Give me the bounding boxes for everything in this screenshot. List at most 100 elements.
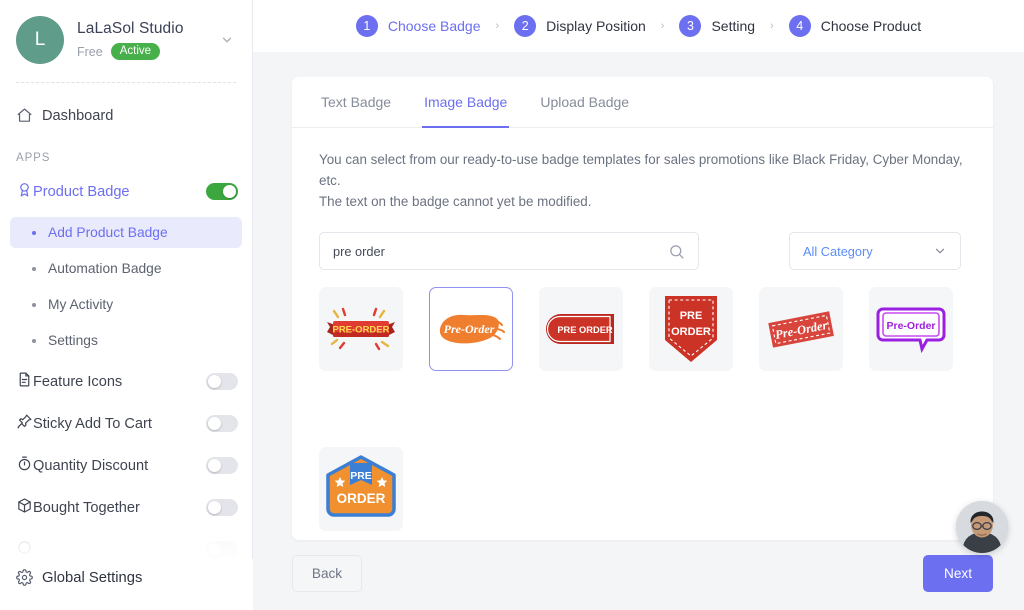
sidebar-item-my-activity[interactable]: My Activity (10, 289, 242, 320)
wizard-footer: Back Next (253, 501, 1024, 610)
step-label: Choose Product (820, 18, 922, 34)
sidebar-item-label: Global Settings (42, 569, 143, 586)
badge-option-shield-orange[interactable]: PRE ORDER (319, 447, 403, 532)
sidebar-subitem-label: Add Product Badge (48, 225, 168, 240)
svg-text:Pre-Order: Pre-Order (886, 320, 935, 332)
pin-icon (16, 413, 33, 434)
topbar: 1 Choose Badge › 2 Display Position › 3 … (253, 0, 1024, 52)
sidebar-item-dashboard[interactable]: Dashboard (0, 97, 252, 134)
step-choose-product[interactable]: 4 Choose Product (788, 15, 922, 37)
home-icon (16, 107, 42, 124)
step-separator-icon: › (495, 20, 500, 32)
content-area: Text Badge Image Badge Upload Badge You … (253, 52, 1024, 546)
sidebar-item-quantity-discount[interactable]: Quantity Discount (0, 447, 252, 484)
avatar: L (16, 16, 64, 64)
description-line-1: You can select from our ready-to-use bad… (319, 152, 963, 188)
main-area: 1 Choose Badge › 2 Display Position › 3 … (253, 0, 1024, 610)
account-plan: Free (77, 44, 103, 59)
badge-card: Text Badge Image Badge Upload Badge You … (292, 77, 993, 540)
step-label: Choose Badge (387, 18, 481, 34)
badge-option-pennant-red[interactable]: PRE ORDER (649, 287, 733, 372)
step-label: Display Position (546, 18, 646, 34)
step-setting[interactable]: 3 Setting (679, 15, 755, 37)
step-number: 4 (788, 15, 811, 37)
tab-text-badge[interactable]: Text Badge (319, 77, 393, 128)
category-value: All Category (803, 243, 873, 259)
sidebar-item-label: Product Badge (33, 183, 130, 200)
sidebar-subitem-label: My Activity (48, 297, 114, 312)
badge-grid: PRE-ORDER Pre-Order PRE ORDER PRE ORDER … (292, 270, 993, 532)
svg-text:ORDER: ORDER (337, 491, 386, 506)
sidebar: L LaLaSol Studio Free Active Dashboard A… (0, 0, 253, 610)
sidebar-item-product-badge[interactable]: Product Badge (0, 173, 252, 210)
sidebar-item-automation-badge[interactable]: Automation Badge (10, 253, 242, 284)
tab-upload-badge[interactable]: Upload Badge (538, 77, 631, 128)
toggle-quantity-discount[interactable] (206, 457, 238, 474)
document-icon (16, 371, 33, 392)
card-description: You can select from our ready-to-use bad… (292, 128, 993, 212)
sidebar-item-add-product-badge[interactable]: Add Product Badge (10, 217, 242, 248)
account-name: LaLaSol Studio (77, 20, 184, 37)
account-meta: Free Active (77, 43, 216, 60)
svg-text:PRE ORDER: PRE ORDER (557, 325, 613, 335)
step-number: 1 (355, 15, 378, 37)
search-icon[interactable] (668, 243, 685, 260)
search-box[interactable] (319, 232, 699, 271)
filter-controls: All Category (292, 212, 993, 271)
sidebar-item-label: Bought Together (33, 499, 140, 516)
sidebar-section-apps: APPS (16, 152, 51, 164)
sidebar-item-label: Dashboard (42, 107, 114, 124)
search-input[interactable] (333, 243, 668, 259)
sidebar-item-label: Feature Icons (33, 373, 123, 390)
sidebar-subitem-label: Automation Badge (48, 261, 162, 276)
gear-icon (16, 569, 42, 586)
sidebar-item-sticky-add-to-cart[interactable]: Sticky Add To Cart (0, 405, 252, 442)
grid-row-spacer (319, 397, 966, 421)
account-info: LaLaSol Studio Free Active (77, 20, 216, 60)
svg-text:ORDER: ORDER (671, 326, 711, 338)
support-chat-avatar[interactable] (956, 501, 1008, 553)
sidebar-nav: Dashboard APPS Product Badge Add Product… (0, 83, 252, 568)
bullet-icon (32, 338, 36, 343)
sidebar-item-feature-icons[interactable]: Feature Icons (0, 363, 252, 400)
step-separator-icon: › (660, 20, 665, 32)
step-label: Setting (711, 18, 756, 34)
bullet-icon (32, 266, 36, 271)
sidebar-item-settings[interactable]: Settings (10, 325, 242, 356)
sidebar-footer: Global Settings (0, 559, 253, 610)
badge-option-pill-red[interactable]: PRE ORDER (539, 287, 623, 372)
bullet-icon (32, 302, 36, 307)
badge-option-ticket-red[interactable]: Pre-Order (759, 287, 843, 372)
svg-text:PRE: PRE (680, 310, 703, 322)
svg-text:PRE-ORDER: PRE-ORDER (332, 325, 389, 336)
next-button[interactable]: Next (923, 554, 993, 592)
tab-image-badge[interactable]: Image Badge (422, 77, 510, 128)
sidebar-item-bought-together[interactable]: Bought Together (0, 489, 252, 526)
bullet-icon (32, 230, 36, 235)
badge-option-brush-orange[interactable]: Pre-Order (429, 287, 513, 372)
step-number: 3 (679, 15, 702, 37)
sidebar-item-label: Quantity Discount (33, 457, 149, 474)
step-separator-icon: › (770, 20, 774, 32)
sidebar-subitem-label: Settings (48, 333, 98, 348)
stepper: 1 Choose Badge › 2 Display Position › 3 … (355, 15, 922, 37)
sidebar-item-global-settings[interactable]: Global Settings (16, 559, 237, 596)
chevron-down-icon (933, 244, 947, 258)
toggle-product-badge[interactable] (206, 183, 238, 200)
step-choose-badge[interactable]: 1 Choose Badge (355, 15, 481, 37)
chevron-down-icon[interactable] (216, 33, 238, 47)
badge-icon (16, 181, 33, 202)
badge-option-bubble-purple[interactable]: Pre-Order (869, 287, 953, 372)
app-root: L LaLaSol Studio Free Active Dashboard A… (0, 0, 1024, 610)
box-icon (16, 497, 33, 518)
badge-option-ribbon-red[interactable]: PRE-ORDER (319, 287, 403, 372)
svg-text:PRE: PRE (350, 470, 372, 482)
sidebar-item-label: Sticky Add To Cart (33, 415, 152, 432)
toggle-sticky-add-to-cart[interactable] (206, 415, 238, 432)
account-switcher[interactable]: L LaLaSol Studio Free Active (0, 0, 252, 64)
back-button[interactable]: Back (292, 554, 362, 592)
category-select[interactable]: All Category (789, 232, 961, 271)
toggle-bought-together[interactable] (206, 499, 238, 516)
toggle-feature-icons[interactable] (206, 373, 238, 390)
step-display-position[interactable]: 2 Display Position (514, 15, 646, 37)
